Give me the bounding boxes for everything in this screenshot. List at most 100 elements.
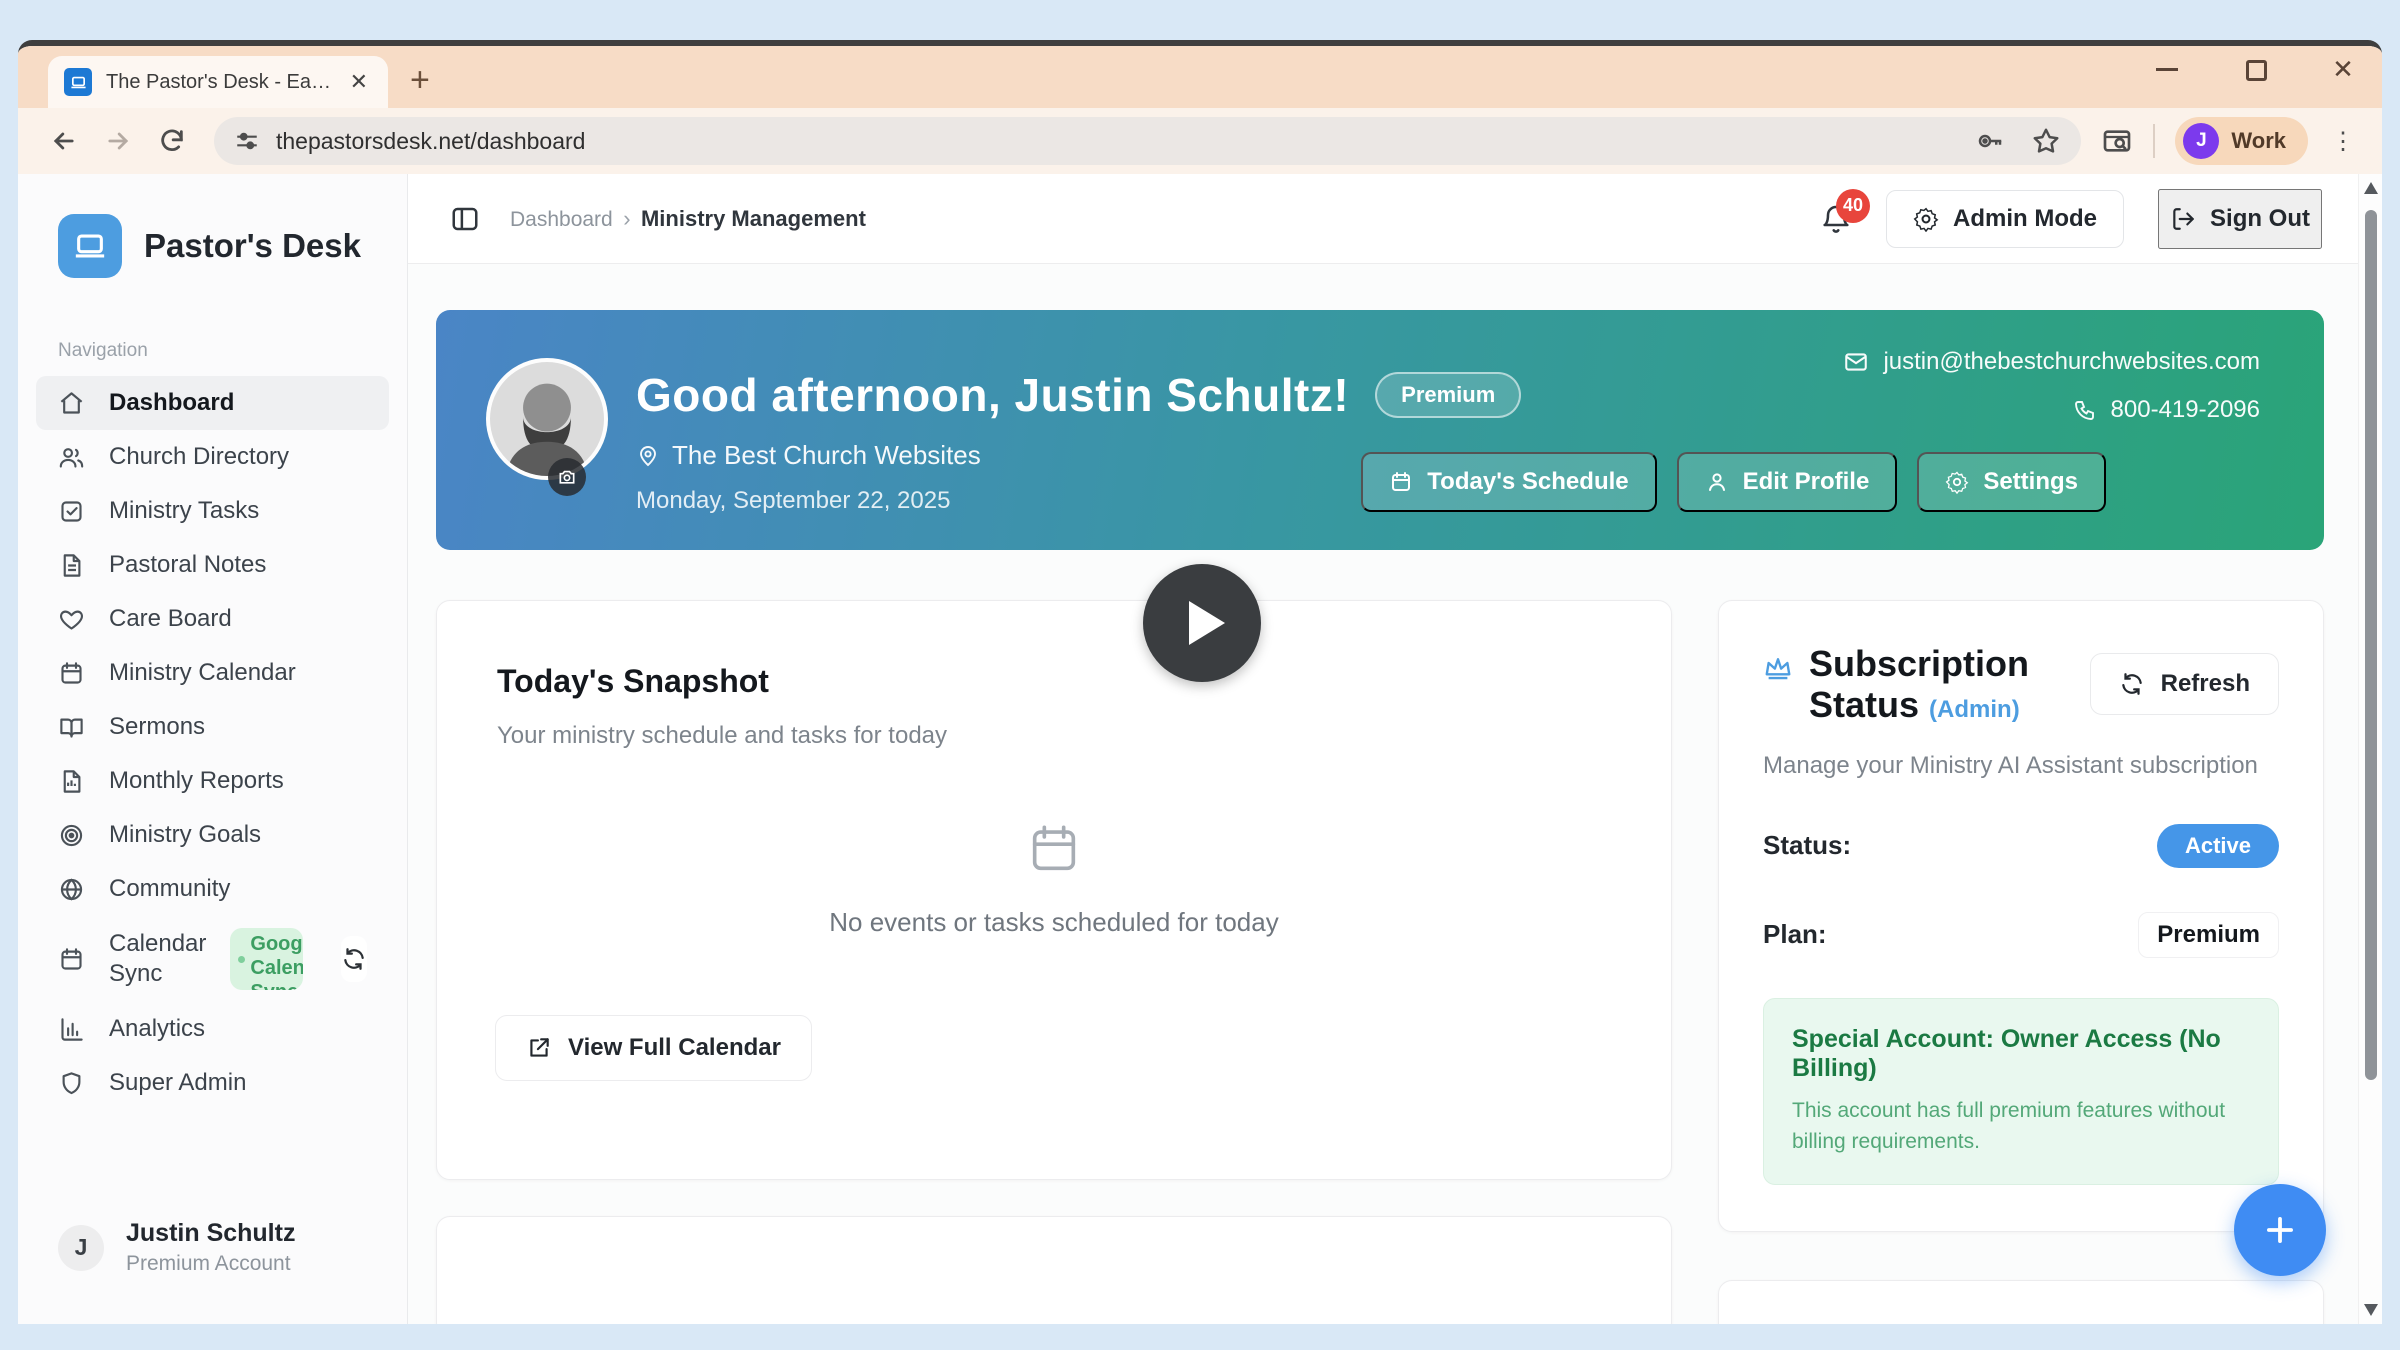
calendar-icon [58, 946, 85, 973]
user-name: Justin Schultz [126, 1219, 295, 1248]
account-status-card: Account Status Plan: Premium (Active) [1718, 1280, 2324, 1324]
reload-button[interactable] [150, 119, 194, 163]
browser-menu-icon[interactable]: ⋮ [2328, 137, 2358, 146]
greeting-title: Good afternoon, Justin Schultz! [636, 368, 1349, 422]
play-icon [1189, 601, 1225, 645]
subscription-status-card: Subscription Status (Admin) Refresh Mana… [1718, 600, 2324, 1232]
sidebar-item-ministry-goals[interactable]: Ministry Goals [36, 808, 389, 862]
snapshot-subtitle: Your ministry schedule and tasks for tod… [497, 722, 1611, 750]
check-square-icon [58, 498, 85, 525]
app-name: Pastor's Desk [144, 227, 361, 265]
sidebar-item-analytics[interactable]: Analytics [36, 1002, 389, 1056]
calendar-icon [58, 660, 85, 687]
sidebar-item-monthly-reports[interactable]: Monthly Reports [36, 754, 389, 808]
sidebar-user[interactable]: J Justin Schultz Premium Account [18, 1185, 407, 1324]
users-icon [58, 444, 85, 471]
breadcrumb: Dashboard › Ministry Management [510, 206, 866, 232]
sign-out-button[interactable]: Sign Out [2158, 189, 2322, 249]
scrollbar-down-arrow[interactable] [2364, 1304, 2378, 1316]
gear-icon [1913, 206, 1939, 232]
sidebar-item-church-directory[interactable]: Church Directory [36, 430, 389, 484]
sidebar: Pastor's Desk Navigation Dashboard Churc… [18, 174, 408, 1324]
page-scrollbar[interactable] [2358, 174, 2382, 1324]
profile-photo [486, 358, 608, 480]
sidebar-item-care-board[interactable]: Care Board [36, 592, 389, 646]
sidebar-item-sermons[interactable]: Sermons [36, 700, 389, 754]
tab-title: The Pastor's Desk - Early Acces [106, 71, 332, 94]
window-maximize-button[interactable] [2242, 56, 2268, 82]
gear-icon [1945, 470, 1969, 494]
file-report-icon [58, 768, 85, 795]
url-text[interactable]: thepastorsdesk.net/dashboard [276, 128, 1959, 155]
sidebar-item-community[interactable]: Community [36, 862, 389, 916]
floating-add-button[interactable] [2234, 1184, 2326, 1276]
user-avatar: J [58, 1225, 104, 1271]
bar-chart-icon [58, 1016, 85, 1043]
browser-tab[interactable]: The Pastor's Desk - Early Acces ✕ [48, 56, 388, 108]
sidebar-toggle-icon[interactable] [450, 204, 480, 234]
favicon [64, 68, 92, 96]
dashboard-main: Good afternoon, Justin Schultz! Premium … [408, 264, 2382, 1324]
admin-mode-button[interactable]: Admin Mode [1886, 190, 2124, 248]
target-icon [58, 822, 85, 849]
special-account-notice: Special Account: Owner Access (No Billin… [1763, 998, 2279, 1185]
organization-name: The Best Church Websites [672, 440, 981, 471]
shield-icon [58, 1070, 85, 1097]
video-play-button[interactable] [1143, 564, 1261, 682]
todays-schedule-button[interactable]: Today's Schedule [1361, 452, 1656, 512]
snapshot-empty-state: No events or tasks scheduled for today [497, 820, 1611, 938]
book-open-icon [58, 714, 85, 741]
tab-close-icon[interactable]: ✕ [346, 69, 372, 95]
scrollbar-up-arrow[interactable] [2364, 182, 2378, 194]
change-photo-camera-icon[interactable] [548, 458, 586, 496]
sidebar-item-ministry-tasks[interactable]: Ministry Tasks [36, 484, 389, 538]
nav-section-label: Navigation [18, 288, 407, 376]
mail-icon [1843, 349, 1869, 375]
todays-snapshot-card: Today's Snapshot Your ministry schedule … [436, 600, 1672, 1180]
crown-icon [1763, 653, 1793, 683]
notifications-button[interactable]: 40 [1820, 203, 1852, 235]
window-close-button[interactable]: ✕ [2330, 56, 2356, 82]
browser-toolbar: thepastorsdesk.net/dashboard J Work ⋮ [18, 108, 2382, 174]
phone-icon [2073, 398, 2097, 422]
calendar-sync-refresh-icon[interactable] [341, 936, 367, 982]
calendar-icon [1389, 470, 1413, 494]
sidebar-item-dashboard[interactable]: Dashboard [36, 376, 389, 430]
app-header: Dashboard › Ministry Management 40 Admin… [408, 174, 2382, 264]
new-tab-button[interactable]: + [410, 60, 430, 100]
snapshot-title: Today's Snapshot [497, 663, 1611, 700]
search-tabs-icon[interactable] [2101, 125, 2133, 157]
view-full-calendar-button[interactable]: View Full Calendar [495, 1015, 812, 1081]
site-settings-icon[interactable] [234, 128, 260, 154]
url-bar[interactable]: thepastorsdesk.net/dashboard [214, 117, 2081, 165]
user-icon [1705, 470, 1729, 494]
scrollbar-thumb[interactable] [2365, 210, 2377, 1080]
user-plan: Premium Account [126, 1252, 295, 1276]
admin-tag: (Admin) [1929, 696, 2020, 723]
back-button[interactable] [42, 119, 86, 163]
forward-button[interactable] [96, 119, 140, 163]
sidebar-item-ministry-calendar[interactable]: Ministry Calendar [36, 646, 389, 700]
browser-profile-avatar: J [2183, 123, 2219, 159]
password-key-icon[interactable] [1975, 126, 2005, 156]
refresh-icon [2119, 671, 2145, 697]
app-logo-icon [58, 214, 122, 278]
settings-button[interactable]: Settings [1917, 452, 2106, 512]
browser-profile-chip[interactable]: J Work [2175, 117, 2308, 165]
bookmark-star-icon[interactable] [2031, 126, 2061, 156]
window-minimize-button[interactable] [2154, 56, 2180, 82]
subscription-title: Subscription Status (Admin) [1809, 643, 2109, 726]
sidebar-item-calendar-sync[interactable]: Calendar Sync Google Calendar Synced [36, 916, 389, 1002]
breadcrumb-root[interactable]: Dashboard [510, 208, 613, 231]
browser-tab-bar: The Pastor's Desk - Early Acces ✕ + ✕ [18, 46, 2382, 108]
sign-out-icon [2170, 206, 2196, 232]
sidebar-nav: Dashboard Church Directory Ministry Task… [18, 376, 407, 1110]
sidebar-item-pastoral-notes[interactable]: Pastoral Notes [36, 538, 389, 592]
breadcrumb-current: Ministry Management [641, 206, 866, 231]
refresh-button[interactable]: Refresh [2090, 653, 2279, 715]
next-section-card [436, 1216, 1672, 1324]
file-text-icon [58, 552, 85, 579]
sidebar-item-super-admin[interactable]: Super Admin [36, 1056, 389, 1110]
edit-profile-button[interactable]: Edit Profile [1677, 452, 1898, 512]
toolbar-divider [2153, 124, 2155, 158]
